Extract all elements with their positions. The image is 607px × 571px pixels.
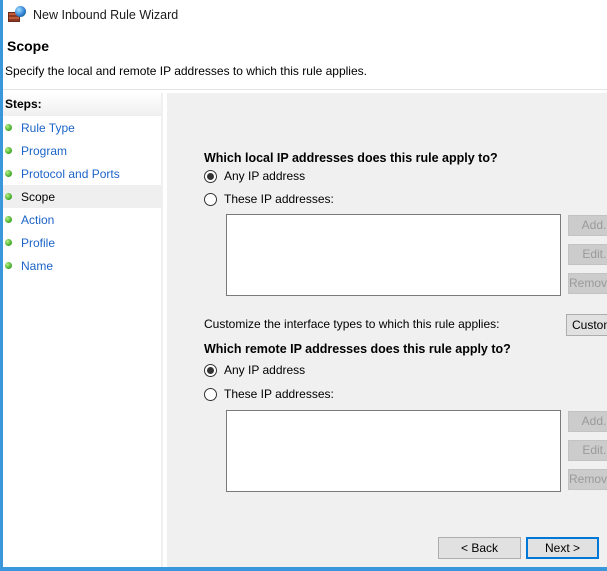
back-button[interactable]: < Back <box>438 537 521 559</box>
remote-remove-button[interactable]: Remove <box>568 469 607 490</box>
wizard-window: New Inbound Rule Wizard Scope Specify th… <box>3 0 607 567</box>
radio-unchecked-icon <box>204 387 217 401</box>
radio-unchecked-icon <box>204 192 217 206</box>
local-remove-button[interactable]: Remove <box>568 273 607 294</box>
steps-sidebar: Steps: Rule Type Program Protocol and Po… <box>3 93 163 567</box>
step-label: Action <box>21 212 55 227</box>
remote-add-button[interactable]: Add... <box>568 411 607 432</box>
step-label: Profile <box>21 235 56 250</box>
step-action[interactable]: Action <box>3 208 161 231</box>
local-any-ip-radio[interactable]: Any IP address <box>204 169 305 183</box>
step-protocol-and-ports[interactable]: Protocol and Ports <box>3 162 161 185</box>
radio-label: Any IP address <box>224 363 306 377</box>
step-status-icon <box>5 239 12 246</box>
step-label: Protocol and Ports <box>21 166 120 181</box>
radio-checked-icon <box>204 169 217 183</box>
step-status-icon <box>5 262 12 269</box>
page-header: Scope Specify the local and remote IP ad… <box>3 30 607 88</box>
step-profile[interactable]: Profile <box>3 231 161 254</box>
local-add-button[interactable]: Add... <box>568 215 607 236</box>
local-ip-question: Which local IP addresses does this rule … <box>204 151 498 165</box>
title-bar: New Inbound Rule Wizard <box>3 0 607 30</box>
local-these-ip-radio[interactable]: These IP addresses: <box>204 192 334 206</box>
step-name[interactable]: Name <box>3 254 161 277</box>
step-rule-type[interactable]: Rule Type <box>3 116 161 139</box>
steps-heading: Steps: <box>3 93 161 116</box>
remote-ip-question: Which remote IP addresses does this rule… <box>204 342 511 356</box>
window-title: New Inbound Rule Wizard <box>33 8 179 22</box>
radio-label: These IP addresses: <box>224 192 334 206</box>
page-title: Scope <box>7 38 50 54</box>
step-scope[interactable]: Scope <box>3 185 161 208</box>
header-divider <box>3 89 607 90</box>
step-program[interactable]: Program <box>3 139 161 162</box>
step-status-icon <box>5 170 12 177</box>
scope-panel: Which local IP addresses does this rule … <box>167 93 607 567</box>
step-label: Name <box>21 258 54 273</box>
step-status-icon <box>5 124 12 131</box>
step-label: Program <box>21 143 68 158</box>
radio-label: Any IP address <box>224 169 306 183</box>
step-label: Rule Type <box>21 120 75 135</box>
step-status-icon <box>5 193 12 200</box>
customize-button[interactable]: Customize... <box>566 314 607 336</box>
step-label: Scope <box>21 189 56 204</box>
remote-ip-list[interactable] <box>226 410 561 492</box>
local-ip-list[interactable] <box>226 214 561 296</box>
step-status-icon <box>5 216 12 223</box>
radio-checked-icon <box>204 363 217 377</box>
remote-these-ip-radio[interactable]: These IP addresses: <box>204 387 334 401</box>
remote-edit-button[interactable]: Edit... <box>568 440 607 461</box>
page-description: Specify the local and remote IP addresse… <box>5 64 367 78</box>
radio-label: These IP addresses: <box>224 387 334 401</box>
next-button[interactable]: Next > <box>526 537 599 559</box>
interface-types-text: Customize the interface types to which t… <box>204 317 500 331</box>
remote-any-ip-radio[interactable]: Any IP address <box>204 363 305 377</box>
local-edit-button[interactable]: Edit... <box>568 244 607 265</box>
firewall-globe-icon <box>8 6 26 24</box>
step-status-icon <box>5 147 12 154</box>
